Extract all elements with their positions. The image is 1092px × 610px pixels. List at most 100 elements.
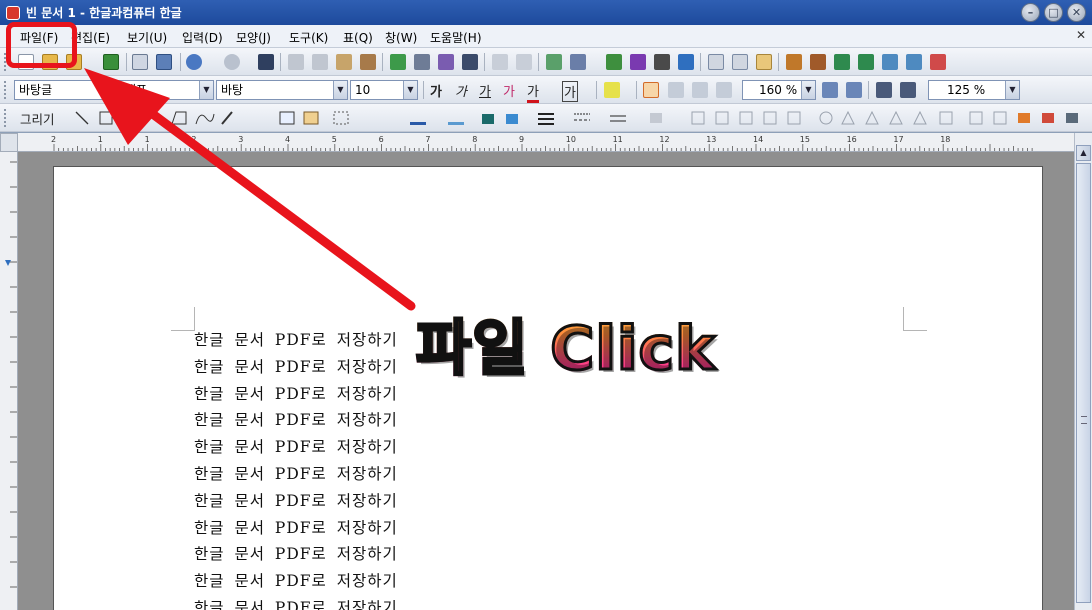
chevron-down-icon[interactable]: ▼ [403, 81, 417, 99]
hyperlink-icon[interactable] [492, 54, 508, 70]
italic-button[interactable]: 가 [455, 81, 467, 100]
paragraph-icon[interactable] [414, 54, 430, 70]
presentation-icon[interactable] [810, 54, 826, 70]
document-line[interactable]: 한글 문서 PDF로 저장하기 [194, 462, 398, 484]
indent-increase-icon[interactable] [822, 82, 838, 98]
memo-icon[interactable] [756, 54, 772, 70]
align-left-icon[interactable] [668, 82, 684, 98]
slide-2-icon[interactable] [858, 54, 874, 70]
mail-merge-1-icon[interactable] [882, 54, 898, 70]
ruler-label: 9 [519, 135, 524, 144]
document-line[interactable]: 한글 문서 PDF로 저장하기 [194, 355, 398, 377]
mail-merge-2-icon[interactable] [906, 54, 922, 70]
symbol-icon[interactable] [678, 54, 694, 70]
spelling-icon[interactable] [390, 54, 406, 70]
style-icon[interactable] [438, 54, 454, 70]
font-color-button[interactable]: 가 [527, 81, 539, 103]
slide-1-icon[interactable] [834, 54, 850, 70]
ruler-label: 8 [472, 135, 477, 144]
bullets-icon[interactable] [900, 82, 916, 98]
document-line[interactable]: 한글 문서 PDF로 저장하기 [194, 408, 398, 430]
ruler-label: 10 [566, 135, 576, 144]
insert-chart-icon[interactable] [606, 54, 622, 70]
vertical-ruler-ticks [5, 161, 17, 588]
chevron-down-icon[interactable]: ▼ [199, 81, 213, 99]
print-icon[interactable] [132, 54, 148, 70]
document-line[interactable]: 한글 문서 PDF로 저장하기 [194, 328, 398, 350]
print-preview-icon[interactable] [156, 54, 172, 70]
toolbar-separator [636, 81, 637, 99]
menu-table[interactable]: 표(Q) [343, 29, 373, 46]
margin-corner-mark [903, 307, 927, 331]
horizontal-ruler[interactable]: 2 1 1 2 3 4 5 6 7 8 9 10 11 12 13 14 15 16 17 18 [18, 133, 1074, 152]
chevron-down-icon[interactable]: ▼ [801, 81, 815, 99]
formula-icon[interactable] [654, 54, 670, 70]
document-line[interactable]: 한글 문서 PDF로 저장하기 [194, 596, 398, 610]
line-spacing-combo[interactable]: 160 % ▼ [742, 80, 816, 100]
indent-decrease-icon[interactable] [846, 82, 862, 98]
undo-icon[interactable] [186, 54, 202, 70]
document-line[interactable]: 한글 문서 PDF로 저장하기 [194, 382, 398, 404]
align-center-icon[interactable] [692, 82, 708, 98]
font-size-combo[interactable]: 10 ▼ [350, 80, 418, 100]
document-line[interactable]: 한글 문서 PDF로 저장하기 [194, 542, 398, 564]
menu-format[interactable]: 모양(J) [236, 29, 271, 46]
find-icon[interactable] [258, 54, 274, 70]
web-icon[interactable] [930, 54, 946, 70]
frame-icon[interactable] [732, 54, 748, 70]
justify-icon[interactable] [643, 82, 659, 98]
font-combo[interactable]: 바탕 ▼ [216, 80, 348, 100]
document-line[interactable]: 한글 문서 PDF로 저장하기 [194, 435, 398, 457]
menu-view[interactable]: 보기(U) [127, 29, 167, 46]
copy-icon[interactable] [312, 54, 328, 70]
close-button[interactable]: ✕ [1067, 3, 1086, 22]
insert-table-icon[interactable] [570, 54, 586, 70]
save-icon[interactable] [103, 54, 119, 70]
menu-insert[interactable]: 입력(D) [182, 29, 223, 46]
document-line[interactable]: 한글 문서 PDF로 저장하기 [194, 516, 398, 538]
maximize-button[interactable]: □ [1044, 3, 1063, 22]
ruler-label: 18 [940, 135, 950, 144]
minimize-button[interactable]: – [1021, 3, 1040, 22]
zoom-combo[interactable]: 125 % ▼ [928, 80, 1020, 100]
book-icon[interactable] [786, 54, 802, 70]
text-art-icon[interactable] [630, 54, 646, 70]
draw-toolbar: 그리기 [0, 104, 1092, 132]
ruler-label: 2 [191, 135, 196, 144]
menu-help[interactable]: 도움말(H) [430, 29, 482, 46]
vertical-scrollbar[interactable]: ▲ [1074, 133, 1092, 610]
toolbar-separator [280, 53, 281, 71]
ruler-corner[interactable] [0, 133, 18, 152]
toolbar-separator [700, 53, 701, 71]
char-shape-button[interactable]: 가 [562, 81, 578, 102]
document-page[interactable]: 한글 문서 PDF로 저장하기 한글 문서 PDF로 저장하기 한글 문서 PDF로… [53, 166, 1043, 610]
document-line[interactable]: 한글 문서 PDF로 저장하기 [194, 489, 398, 511]
highlighter-icon[interactable] [604, 82, 620, 98]
outline-button[interactable]: 가 [503, 81, 515, 100]
bold-button[interactable]: 가 [430, 81, 442, 100]
document-close-icon[interactable]: ✕ [1076, 28, 1086, 42]
cut-icon[interactable] [288, 54, 304, 70]
style-combo[interactable]: 바탕글 대표 ▼ [14, 80, 214, 100]
insert-picture-icon[interactable] [546, 54, 562, 70]
scroll-up-icon[interactable]: ▲ [1076, 145, 1091, 161]
chevron-down-icon[interactable]: ▼ [333, 81, 347, 99]
columns-icon[interactable] [462, 54, 478, 70]
hwp-window: 빈 문서 1 - 한글과컴퓨터 한글 – □ ✕ 파일(F) 편집(E) 보기(… [0, 0, 1092, 610]
format-painter-icon[interactable] [360, 54, 376, 70]
toolbar-grip[interactable] [4, 81, 7, 99]
toolbar-separator [423, 81, 424, 99]
align-right-icon[interactable] [716, 82, 732, 98]
underline-button[interactable]: 가 [479, 81, 491, 100]
menu-window[interactable]: 창(W) [385, 29, 417, 46]
menu-tools[interactable]: 도구(K) [289, 29, 328, 46]
scroll-thumb[interactable] [1076, 163, 1091, 603]
numbering-icon[interactable] [876, 82, 892, 98]
bookmark-icon[interactable] [516, 54, 532, 70]
chevron-down-icon[interactable]: ▼ [1005, 81, 1019, 99]
document-line[interactable]: 한글 문서 PDF로 저장하기 [194, 569, 398, 591]
redo-icon[interactable] [224, 54, 240, 70]
paste-icon[interactable] [336, 54, 352, 70]
vertical-ruler[interactable] [0, 152, 18, 610]
text-box-icon[interactable] [708, 54, 724, 70]
